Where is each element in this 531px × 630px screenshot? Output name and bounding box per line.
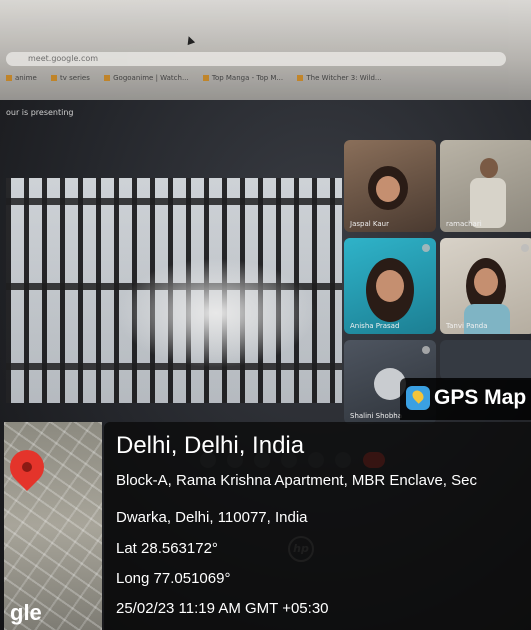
participant-tile[interactable]: Tanvi Panda xyxy=(440,238,531,334)
photo-of-laptop-screen: meet.google.com anime tv series Gogoanim… xyxy=(0,0,531,630)
mic-icon xyxy=(422,346,430,354)
bookmark-item[interactable]: tv series xyxy=(51,74,90,82)
bookmarks-bar: anime tv series Gogoanime | Watch... Top… xyxy=(6,74,526,86)
gps-map-app-icon xyxy=(406,386,430,410)
participant-tile[interactable] xyxy=(440,340,531,380)
url-text: meet.google.com xyxy=(28,54,99,63)
address-line-1: Block-A, Rama Krishna Apartment, MBR Enc… xyxy=(116,472,477,489)
location-city: Delhi, Delhi, India xyxy=(116,432,305,459)
bookmark-item[interactable]: Top Manga - Top M... xyxy=(203,74,283,82)
browser-chrome: meet.google.com anime tv series Gogoanim… xyxy=(0,0,531,100)
participant-tile[interactable]: ramachari xyxy=(440,140,531,232)
gps-info-panel: Delhi, Delhi, India Block-A, Rama Krishn… xyxy=(104,422,531,630)
map-thumbnail: gle xyxy=(4,422,102,630)
participant-name: ramachari xyxy=(446,220,482,228)
participant-tile[interactable]: Jaspal Kaur xyxy=(344,140,436,232)
cage-crossbar xyxy=(6,363,342,370)
bookmark-item[interactable]: The Witcher 3: Wild... xyxy=(297,74,381,82)
latitude: Lat 28.563172° xyxy=(116,540,218,557)
participant-tile[interactable]: Anisha Prasad xyxy=(344,238,436,334)
address-bar[interactable]: meet.google.com xyxy=(6,52,506,66)
cage-crossbar xyxy=(6,198,342,205)
shared-screen xyxy=(6,178,342,403)
participant-name: Shalini Shobha xyxy=(350,412,402,420)
map-attribution: gle xyxy=(10,600,42,625)
participant-name: Tanvi Panda xyxy=(446,322,488,330)
address-line-2: Dwarka, Delhi, 110077, India xyxy=(116,509,308,526)
mic-icon xyxy=(521,244,529,252)
participant-name: Anisha Prasad xyxy=(350,322,400,330)
gps-map-title: GPS Map xyxy=(434,386,527,409)
mic-icon xyxy=(422,244,430,252)
longitude: Long 77.051069° xyxy=(116,570,231,587)
presenting-label: our is presenting xyxy=(6,108,74,117)
bookmark-item[interactable]: anime xyxy=(6,74,37,82)
animals-image xyxy=(116,258,316,368)
timestamp: 25/02/23 11:19 AM GMT +05:30 xyxy=(116,600,329,617)
bookmark-item[interactable]: Gogoanime | Watch... xyxy=(104,74,189,82)
location-pin-center xyxy=(22,462,32,472)
gps-map-badge: GPS Map xyxy=(400,378,531,420)
participant-name: Jaspal Kaur xyxy=(350,220,389,228)
